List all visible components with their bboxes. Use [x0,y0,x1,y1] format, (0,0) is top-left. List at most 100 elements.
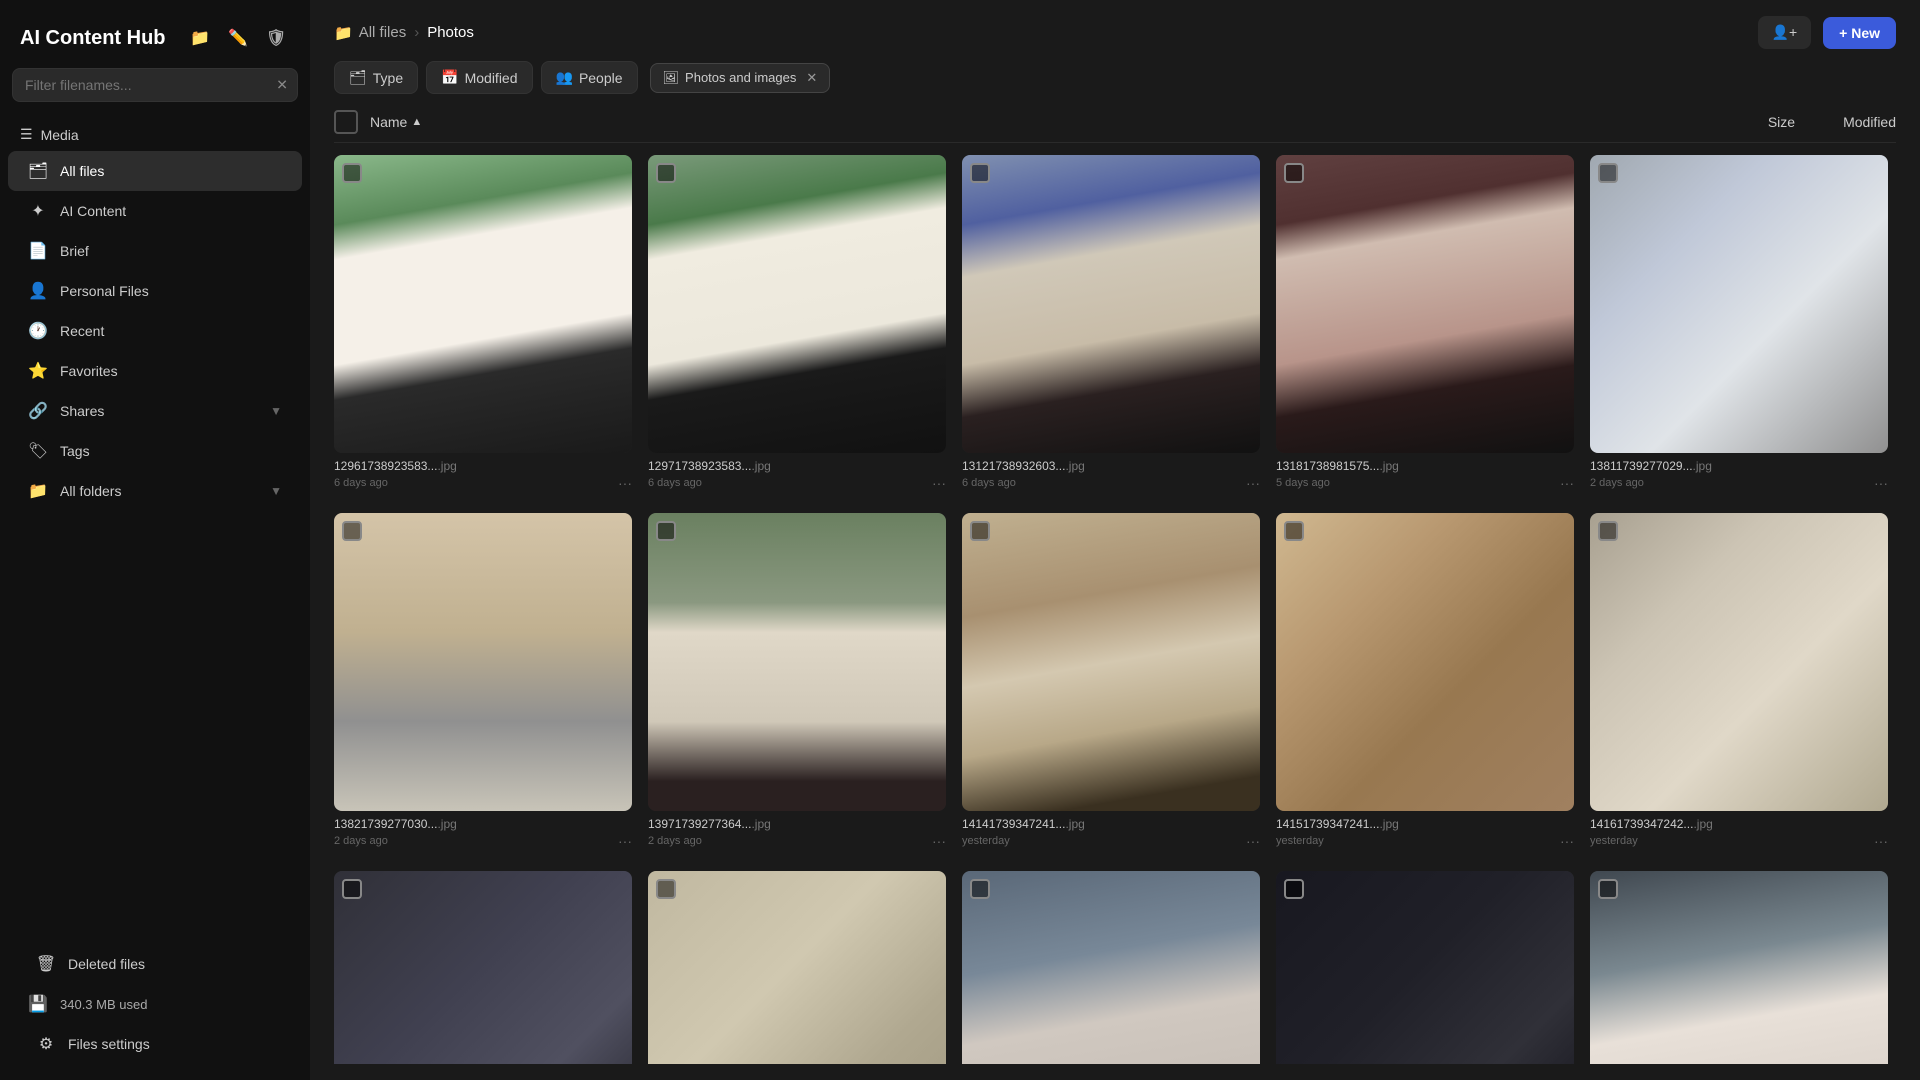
active-filter-label: Photos and images [685,70,796,85]
image-preview [1590,513,1888,811]
sidebar-item-ai-content[interactable]: ✦ AI Content [8,191,302,231]
active-filter-close-icon[interactable]: ✕ [806,70,817,86]
image-meta: 5 days ago ··· [1276,475,1574,491]
image-card[interactable]: 13811739277029....jpg 2 days ago ··· [1590,155,1888,497]
image-checkbox[interactable] [656,879,676,899]
breadcrumb-all-files[interactable]: 📁 All files [334,24,406,42]
image-thumbnail [648,513,946,811]
media-section-header[interactable]: ☰ Media [0,118,310,151]
image-date: 2 days ago [334,835,388,847]
image-filename-base: 14141739347241... [962,817,1065,831]
type-filter-button[interactable]: 🗂 Type [334,61,418,94]
image-checkbox[interactable] [656,521,676,541]
share-button[interactable]: 👤+ [1758,16,1812,49]
folder-icon[interactable]: 📁 [186,24,214,52]
image-filename-base: 13121738932603... [962,459,1065,473]
image-more-button[interactable]: ··· [1874,833,1888,849]
search-clear-icon[interactable]: ✕ [276,77,288,94]
image-thumbnail [648,871,946,1064]
image-card[interactable]: 14181739347244....jpg yesterday ··· [648,871,946,1064]
image-checkbox[interactable] [970,879,990,899]
shield-icon[interactable]: 🛡 [262,24,290,52]
image-card[interactable]: 14151739347241....jpg yesterday ··· [1276,513,1574,855]
deleted-files-icon: 🗑 [36,954,56,974]
shares-label: Shares [60,403,104,419]
recent-icon: 🕐 [28,321,48,341]
image-more-button[interactable]: ··· [1874,475,1888,491]
sidebar-item-tags[interactable]: 🏷 Tags [8,431,302,471]
image-card[interactable]: 14141739347241....jpg yesterday ··· [962,513,1260,855]
image-meta: 2 days ago ··· [1590,475,1888,491]
image-thumbnail [1590,513,1888,811]
image-date: yesterday [1276,835,1324,847]
image-checkbox[interactable] [342,521,362,541]
image-info: 13821739277030....jpg 2 days ago ··· [334,811,632,855]
image-card[interactable]: 13971739277364....jpg 2 days ago ··· [648,513,946,855]
sidebar-item-all-files[interactable]: 🗂 All files [8,151,302,191]
image-ext: .jpg [1065,459,1084,473]
ai-content-icon: ✦ [28,201,48,221]
sidebar-item-shares[interactable]: 🔗 Shares ▼ [8,391,302,431]
people-filter-button[interactable]: 👥 People [541,61,638,94]
image-more-button[interactable]: ··· [618,833,632,849]
sidebar-item-all-folders[interactable]: 📁 All folders ▼ [8,471,302,511]
tags-icon: 🏷 [28,441,48,461]
image-more-button[interactable]: ··· [932,833,946,849]
sidebar-item-deleted-files[interactable]: 🗑 Deleted files [16,944,294,984]
select-all-checkbox[interactable] [334,110,358,134]
image-more-button[interactable]: ··· [1560,475,1574,491]
sidebar-item-favorites[interactable]: ⭐ Favorites [8,351,302,391]
image-card[interactable]: 12961738923583....jpg 6 days ago ··· [334,155,632,497]
image-filename-base: 13971739277364... [648,817,751,831]
image-checkbox[interactable] [1284,879,1304,899]
image-info: 14141739347241....jpg yesterday ··· [962,811,1260,855]
image-more-button[interactable]: ··· [1560,833,1574,849]
image-checkbox[interactable] [656,163,676,183]
image-checkbox[interactable] [970,163,990,183]
image-card[interactable]: 14191739347245....jpg yesterday ··· [962,871,1260,1064]
image-filename-base: 13811739277029... [1590,459,1693,473]
sidebar-item-recent[interactable]: 🕐 Recent [8,311,302,351]
image-ext: .jpg [437,459,456,473]
image-checkbox[interactable] [1598,879,1618,899]
image-filename-base: 14151739347241... [1276,817,1379,831]
app-title-bar: AI Content Hub 📁 ✏️ 🛡 [0,16,310,68]
image-checkbox[interactable] [970,521,990,541]
search-box: ✕ [12,68,298,102]
image-card[interactable]: 14161739347242....jpg yesterday ··· [1590,513,1888,855]
image-checkbox[interactable] [342,879,362,899]
image-card[interactable]: 12971738923583....jpg 6 days ago ··· [648,155,946,497]
image-more-button[interactable]: ··· [618,475,632,491]
image-card[interactable]: 13181738981575....jpg 5 days ago ··· [1276,155,1574,497]
search-input[interactable] [12,68,298,102]
image-card[interactable]: 14211739347247....jpg yesterday ··· [1590,871,1888,1064]
image-info: 13971739277364....jpg 2 days ago ··· [648,811,946,855]
image-card[interactable]: 14201739347246....jpg yesterday ··· [1276,871,1574,1064]
image-checkbox[interactable] [1598,163,1618,183]
image-more-button[interactable]: ··· [932,475,946,491]
image-card[interactable]: 13121738932603....jpg 6 days ago ··· [962,155,1260,497]
image-more-button[interactable]: ··· [1246,833,1260,849]
toolbar: 📁 All files › Photos 👤+ + New [334,16,1896,49]
sidebar-item-files-settings[interactable]: ⚙ Files settings [16,1024,294,1064]
name-column-header[interactable]: Name ▲ [370,114,422,130]
shares-icon: 🔗 [28,401,48,421]
sidebar-item-brief[interactable]: 📄 Brief [8,231,302,271]
image-card[interactable]: 13821739277030....jpg 2 days ago ··· [334,513,632,855]
image-date: 5 days ago [1276,477,1330,489]
image-checkbox[interactable] [1284,163,1304,183]
sidebar-item-label: Personal Files [60,283,149,299]
sidebar-item-personal-files[interactable]: 👤 Personal Files [8,271,302,311]
image-card[interactable]: 14171739347243....jpg yesterday ··· [334,871,632,1064]
image-checkbox[interactable] [342,163,362,183]
image-more-button[interactable]: ··· [1246,475,1260,491]
edit-icon[interactable]: ✏️ [224,24,252,52]
image-checkbox[interactable] [1284,521,1304,541]
modified-filter-button[interactable]: 📅 Modified [426,61,532,94]
filter-bar: 🗂 Type 📅 Modified 👥 People 🖼 Photos and … [334,61,1896,94]
all-folders-chevron-icon: ▼ [270,484,282,498]
favorites-icon: ⭐ [28,361,48,381]
image-filename-base: 13181738981575... [1276,459,1379,473]
image-checkbox[interactable] [1598,521,1618,541]
new-button[interactable]: + New [1823,17,1896,49]
